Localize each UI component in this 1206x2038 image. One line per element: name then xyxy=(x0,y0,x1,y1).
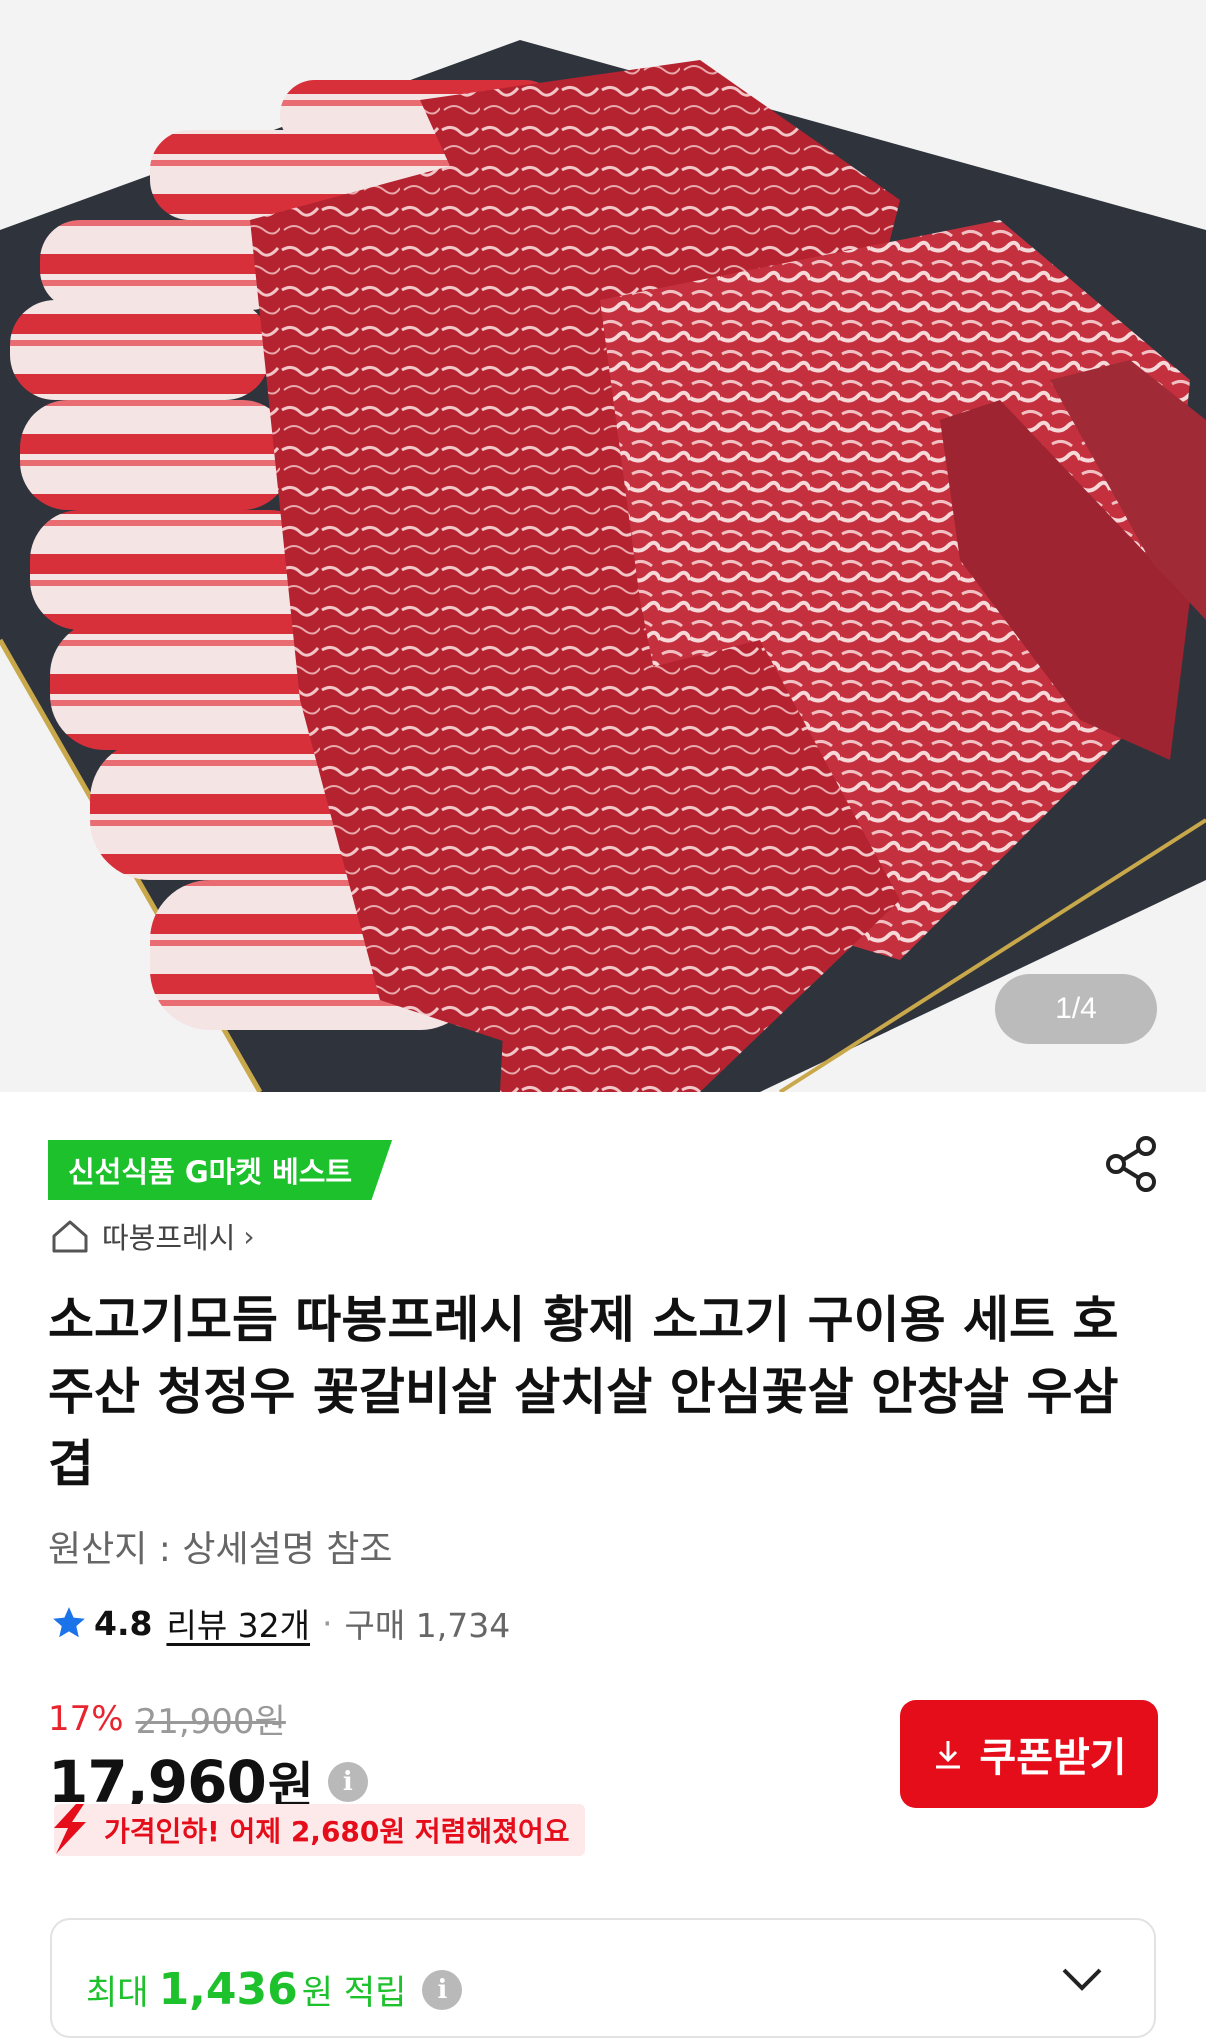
best-badge: 신선식품 G마켓 베스트 xyxy=(48,1140,393,1200)
product-photo xyxy=(0,0,1206,1092)
chevron-down-icon[interactable] xyxy=(1060,1964,1104,1994)
home-icon xyxy=(52,1220,88,1253)
page-separator: / xyxy=(1071,992,1081,1025)
review-count-link[interactable]: 리뷰 32개 xyxy=(166,1599,310,1647)
download-icon xyxy=(936,1741,961,1769)
rating-score: 4.8 xyxy=(94,1603,153,1643)
separator-dot: · xyxy=(322,1603,333,1643)
coupon-button[interactable]: 쿠폰받기 xyxy=(900,1700,1158,1808)
shop-name: 따봉프레시 xyxy=(102,1221,236,1255)
share-button[interactable] xyxy=(1104,1134,1160,1194)
points-amount: 1,436 xyxy=(158,1964,298,2015)
price-drop-arrow-icon xyxy=(54,1804,86,1854)
original-price: 21,900원 xyxy=(135,1702,286,1742)
coupon-label: 쿠폰받기 xyxy=(979,1735,1127,1781)
price-drop-text: 가격인하! 어제 2,680원 저렴해졌어요 xyxy=(54,1804,586,1856)
chevron-right-icon: › xyxy=(243,1219,255,1253)
star-icon xyxy=(53,1607,85,1638)
points-box[interactable]: 최대 1,436 원 적립 i xyxy=(50,1918,1156,2038)
page-total: 4 xyxy=(1080,992,1097,1025)
product-image-gallery[interactable]: 1/4 xyxy=(0,0,1206,1092)
purchase-count: 구매 1,734 xyxy=(344,1606,511,1645)
share-icon xyxy=(1106,1136,1156,1192)
points-suffix: 원 적립 xyxy=(301,1973,407,2013)
rating-row: 4.8 리뷰 32개 · 구매 1,734 xyxy=(50,1598,510,1648)
points-text: 최대 1,436 원 적립 i xyxy=(86,1964,463,2015)
origin-info: 원산지 : 상세설명 참조 xyxy=(48,1529,393,1570)
price-drop-notice: 가격인하! 어제 2,680원 저렴해졌어요 xyxy=(46,1800,586,1860)
page-current: 1 xyxy=(1055,992,1072,1025)
points-prefix: 최대 xyxy=(86,1973,149,2013)
points-info-icon[interactable]: i xyxy=(422,1969,463,2010)
price-info-icon[interactable]: i xyxy=(327,1762,368,1802)
discount-row: 17% 21,900원 xyxy=(48,1694,286,1743)
image-page-indicator: 1/4 xyxy=(995,974,1157,1044)
product-title: 소고기모듬 따봉프레시 황제 소고기 구이용 세트 호주산 청정우 꽃갈비살 살… xyxy=(48,1291,1119,1493)
shop-link[interactable]: 따봉프레시 › xyxy=(50,1214,255,1258)
discount-percent: 17% xyxy=(48,1698,124,1739)
